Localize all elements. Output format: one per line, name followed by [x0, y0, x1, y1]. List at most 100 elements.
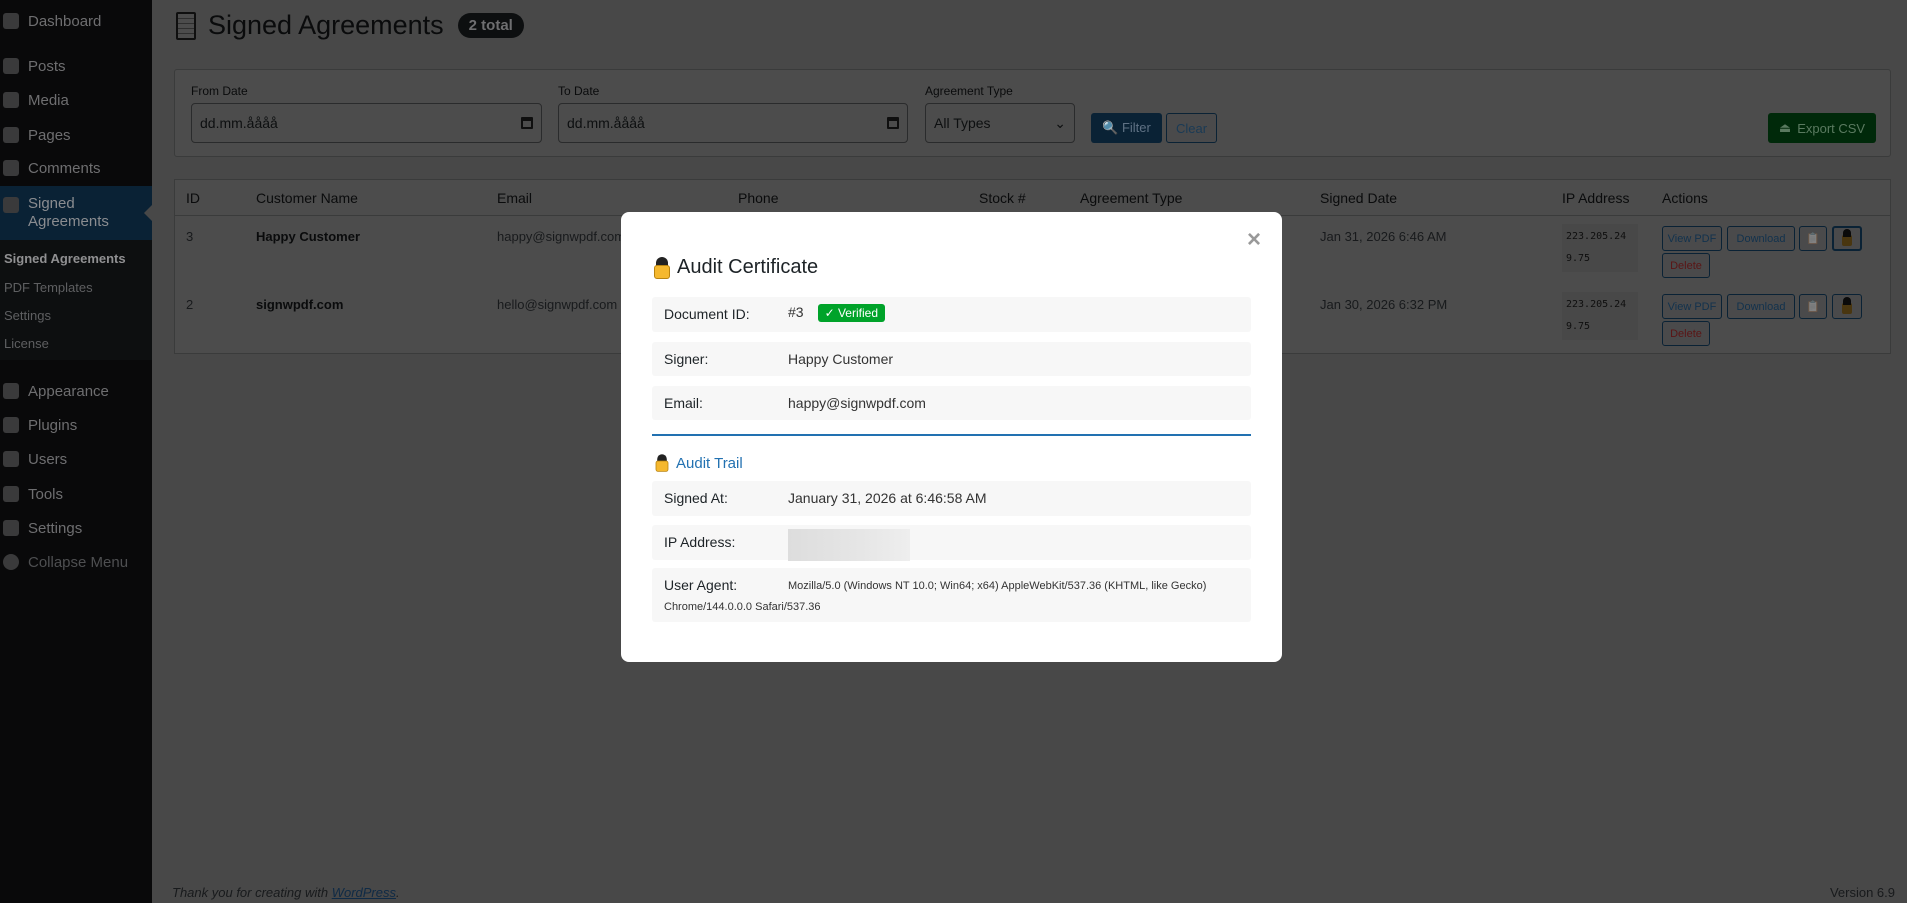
agreement-type-value: All Types	[934, 115, 991, 131]
menu-label: Signed Agreements	[28, 195, 109, 230]
footer-text: Thank you for creating with	[172, 885, 332, 900]
cell-date: Jan 30, 2026 6:32 PM	[1320, 297, 1448, 312]
lock-icon	[654, 256, 670, 279]
menu-label: Tools	[28, 485, 64, 503]
menu-label: Media	[28, 91, 69, 109]
email-label: Email:	[664, 395, 703, 411]
wordpress-link[interactable]: WordPress	[332, 885, 396, 900]
menu-label: Pages	[28, 126, 71, 144]
download-icon: ⏏	[1778, 120, 1792, 135]
email-row: Email: happy@signwpdf.com	[652, 386, 1251, 420]
user-icon	[3, 451, 19, 467]
modal-title: Audit Certificate	[654, 256, 818, 279]
document-id-value: #3 ✓ Verified	[788, 304, 885, 322]
menu-label: Collapse Menu	[28, 553, 129, 571]
export-csv-button[interactable]: ⏏ Export CSV	[1768, 113, 1876, 143]
collapse-menu-button[interactable]: Collapse Menu	[0, 545, 152, 579]
menu-label: Plugins	[28, 416, 78, 434]
close-icon[interactable]: ×	[1247, 226, 1261, 254]
export-label: Export CSV	[1797, 120, 1866, 136]
filter-button[interactable]: 🔍 Filter	[1091, 113, 1162, 143]
to-date-label: To Date	[558, 84, 600, 98]
footer-version: Version 6.9	[1829, 885, 1895, 900]
menu-label: Appearance	[28, 382, 109, 400]
download-button[interactable]: Download	[1727, 226, 1795, 251]
clear-button[interactable]: Clear	[1166, 113, 1217, 143]
dashboard-icon	[3, 13, 19, 29]
modal-title-text: Audit Certificate	[677, 256, 819, 278]
page-title: Signed Agreements 2 total	[176, 10, 524, 41]
pages-icon	[3, 127, 19, 143]
agreement-type-label: Agreement Type	[925, 84, 1013, 98]
cell-email: happy@signwpdf.com	[497, 229, 626, 244]
lock-icon	[655, 454, 669, 472]
download-button[interactable]: Download	[1727, 294, 1795, 319]
cell-ip: 223.205.249.75	[1562, 292, 1638, 340]
agreement-type-select[interactable]: All Types ⌄	[925, 103, 1075, 143]
menu-users[interactable]: Users	[0, 442, 152, 476]
calendar-icon[interactable]	[887, 117, 899, 129]
submenu-settings[interactable]: Settings	[4, 308, 51, 323]
page-title-text: Signed Agreements	[208, 10, 444, 40]
calendar-icon[interactable]	[521, 117, 533, 129]
signed-at-value: January 31, 2026 at 6:46:58 AM	[788, 490, 987, 506]
footer-thanks: Thank you for creating with WordPress.	[172, 885, 400, 900]
col-signed-date: Signed Date	[1320, 190, 1398, 206]
pin-icon	[3, 58, 19, 74]
menu-appearance[interactable]: Appearance	[0, 374, 152, 408]
cell-id: 2	[186, 297, 194, 312]
submenu-signed-agreements[interactable]: Signed Agreements	[4, 251, 126, 266]
cell-email: hello@signwpdf.com	[497, 297, 618, 312]
delete-button[interactable]: Delete	[1662, 321, 1710, 346]
signed-at-row: Signed At: January 31, 2026 at 6:46:58 A…	[652, 481, 1251, 516]
menu-settings[interactable]: Settings	[0, 511, 152, 545]
comments-icon	[3, 160, 19, 176]
col-stock: Stock #	[979, 190, 1026, 206]
menu-label: Comments	[28, 159, 101, 177]
menu-signed-agreements[interactable]: Signed Agreements	[0, 186, 152, 240]
from-date-label: From Date	[191, 84, 248, 98]
from-date-input[interactable]: dd.mm.åååå	[191, 103, 542, 143]
menu-tools[interactable]: Tools	[0, 477, 152, 511]
menu-label: Dashboard	[28, 12, 102, 30]
user-agent-label: User Agent:	[664, 577, 738, 593]
verified-badge: ✓ Verified	[817, 304, 885, 322]
clipboard-button[interactable]: 📋	[1799, 294, 1827, 319]
redacted-ip	[788, 529, 910, 561]
footer-period: .	[396, 885, 400, 900]
menu-pages[interactable]: Pages	[0, 118, 152, 152]
view-pdf-button[interactable]: View PDF	[1662, 294, 1722, 319]
cell-id: 3	[186, 229, 194, 244]
cell-name: Happy Customer	[256, 229, 361, 244]
to-date-input[interactable]: dd.mm.åååå	[558, 103, 908, 143]
menu-comments[interactable]: Comments	[0, 151, 152, 185]
settings-icon	[3, 520, 19, 536]
delete-button[interactable]: Delete	[1662, 253, 1710, 278]
audit-trail-text: Audit Trail	[676, 454, 743, 472]
menu-media[interactable]: Media	[0, 83, 152, 117]
menu-posts[interactable]: Posts	[0, 49, 152, 83]
col-phone: Phone	[738, 190, 779, 206]
from-date-value: dd.mm.åååå	[200, 115, 278, 131]
view-pdf-button[interactable]: View PDF	[1662, 226, 1722, 251]
ip-address-row: IP Address:	[652, 525, 1251, 561]
document-icon	[3, 197, 19, 213]
submenu-pdf-templates[interactable]: PDF Templates	[4, 280, 93, 295]
menu-label: Settings	[28, 519, 83, 537]
col-id: ID	[186, 190, 200, 206]
wrench-icon	[3, 486, 19, 502]
menu-plugins[interactable]: Plugins	[0, 408, 152, 442]
audit-button[interactable]	[1832, 294, 1862, 319]
collapse-icon	[3, 554, 19, 570]
clipboard-button[interactable]: 📋	[1799, 226, 1827, 251]
audit-button[interactable]	[1832, 226, 1862, 251]
audit-trail-heading: Audit Trail	[654, 452, 743, 474]
submenu-license[interactable]: License	[4, 336, 49, 351]
audit-certificate-modal: × Audit Certificate Document ID: #3 ✓ Ver…	[621, 212, 1282, 662]
menu-dashboard[interactable]: Dashboard	[0, 4, 152, 38]
col-actions: Actions	[1662, 190, 1708, 206]
document-id-label: Document ID:	[664, 306, 750, 322]
document-id-text: #3	[788, 304, 804, 320]
menu-label: Users	[28, 450, 68, 468]
signer-value: Happy Customer	[788, 351, 894, 367]
